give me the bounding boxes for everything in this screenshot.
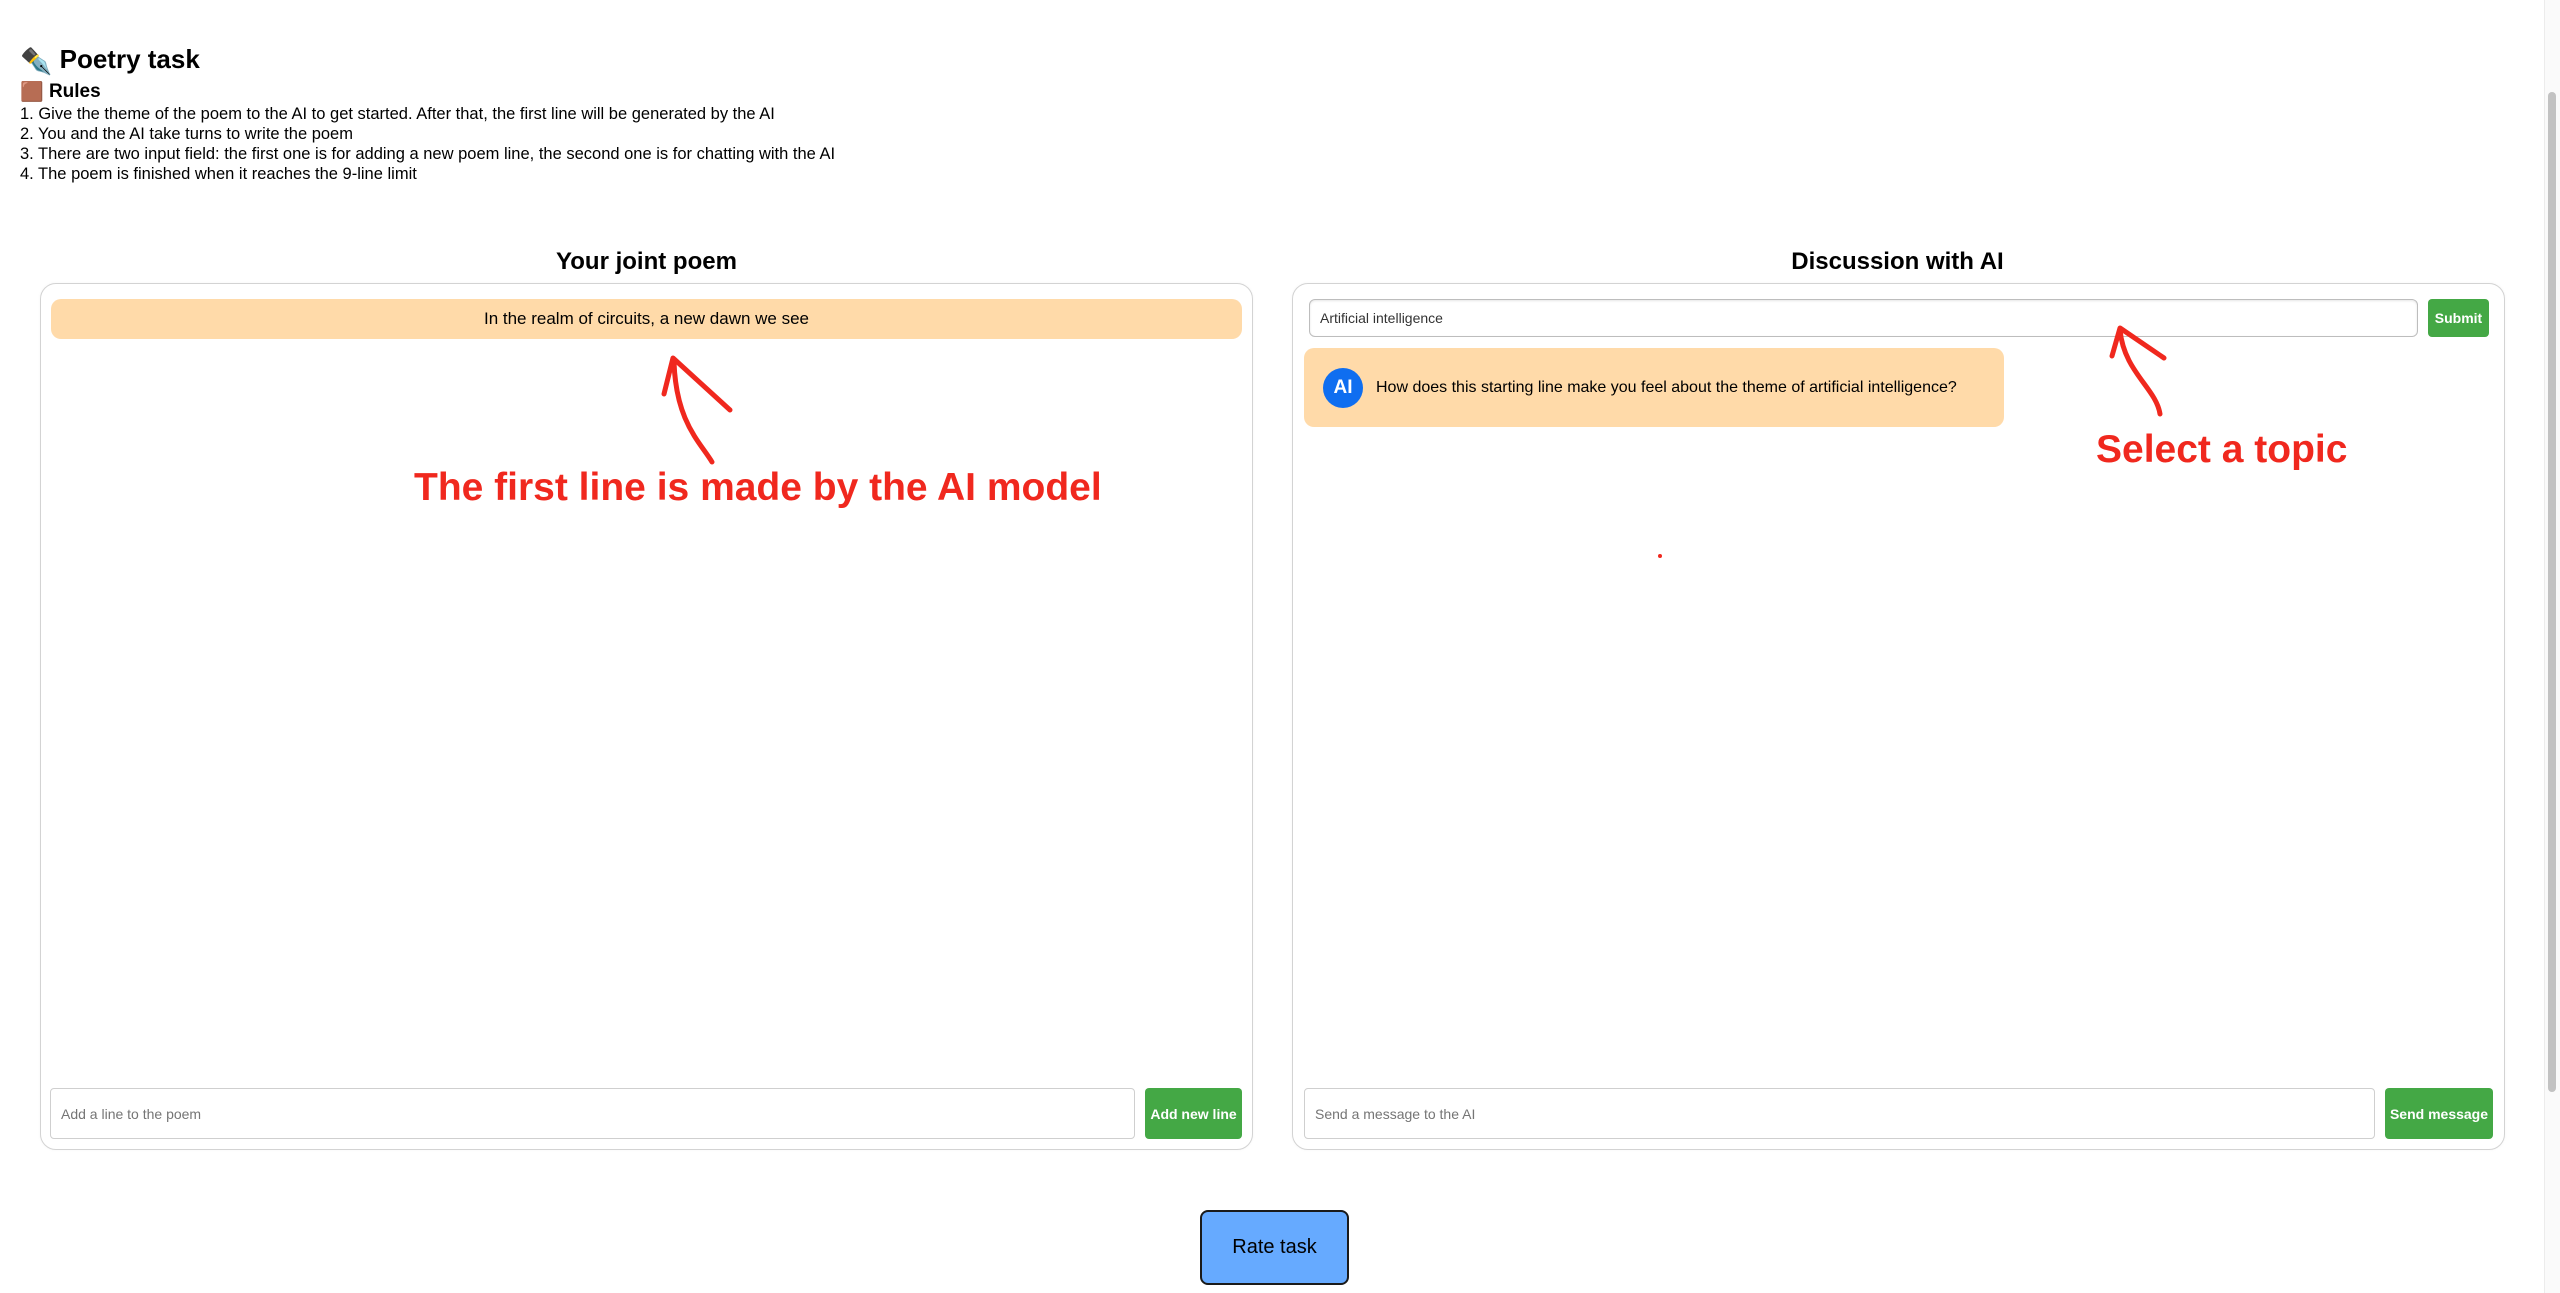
topic-input[interactable] xyxy=(1309,299,2418,337)
ai-message: AI How does this starting line make you … xyxy=(1304,348,2004,427)
page-title-text: Poetry task xyxy=(59,44,200,74)
rule-item: 3. There are two input field: the first … xyxy=(20,145,836,163)
add-line-button[interactable]: Add new line xyxy=(1145,1088,1242,1139)
rules-heading-text: Rules xyxy=(48,81,101,103)
rule-item: 4. The poem is finished when it reaches … xyxy=(20,165,417,183)
send-message-button[interactable]: Send message xyxy=(2385,1088,2493,1139)
rate-task-button[interactable]: Rate task xyxy=(1200,1210,1349,1285)
scroll-icon: 🟫 xyxy=(20,82,44,103)
poem-line: In the realm of circuits, a new dawn we … xyxy=(51,299,1242,339)
arrow-up-icon xyxy=(661,355,733,465)
rules-heading: 🟫 Rules xyxy=(20,80,101,104)
chat-panel-title: Discussion with AI xyxy=(1791,248,2004,275)
ai-message-text: How does this starting line make you fee… xyxy=(1376,378,1957,396)
page-title: ✒️ Poetry task xyxy=(20,44,200,77)
scrollbar-thumb[interactable] xyxy=(2548,92,2556,1092)
ai-avatar: AI xyxy=(1323,367,1363,408)
rule-item: 2. You and the AI take turns to write th… xyxy=(20,125,353,143)
annotation-dot xyxy=(1658,554,1662,558)
submit-topic-button[interactable]: Submit xyxy=(2428,299,2489,337)
arrow-up-icon xyxy=(2109,325,2167,417)
rule-item: 1. Give the theme of the poem to the AI … xyxy=(20,105,775,123)
poem-line-input[interactable] xyxy=(50,1088,1135,1139)
pen-icon: ✒️ xyxy=(20,45,53,76)
poem-panel xyxy=(40,283,1253,1150)
poem-panel-title: Your joint poem xyxy=(556,248,737,275)
chat-message-input[interactable] xyxy=(1304,1088,2375,1139)
annotation-select-topic: Select a topic xyxy=(2096,428,2348,471)
annotation-first-line: The first line is made by the AI model xyxy=(414,466,1102,509)
rules-list: 1. Give the theme of the poem to the AI … xyxy=(20,104,835,184)
